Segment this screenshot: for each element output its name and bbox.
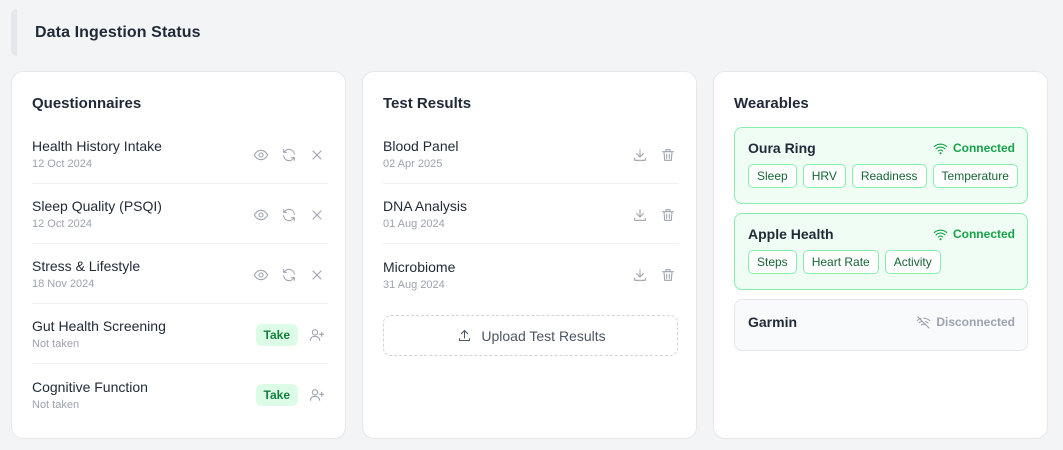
questionnaire-date: Not taken <box>32 398 80 411</box>
list-item: Health History Intake 12 Oct 2024 <box>32 124 328 184</box>
eye-icon[interactable] <box>252 146 270 164</box>
data-tag: Activity <box>884 250 941 274</box>
wearable-card-oura[interactable]: Oura Ring Connected Sleep HRV Readiness … <box>734 127 1028 204</box>
page-header: Data Ingestion Status <box>11 9 1051 56</box>
data-tag: Temperature <box>932 164 1018 188</box>
close-icon[interactable] <box>308 206 326 224</box>
close-icon[interactable] <box>308 146 326 164</box>
list-item: DNA Analysis 01 Aug 2024 <box>383 184 679 244</box>
test-date: 31 Aug 2024 <box>383 278 445 291</box>
wearable-card-garmin[interactable]: Garmin Disconnected <box>734 299 1028 351</box>
wearables-card: Wearables Oura Ring Connected Sleep HRV … <box>713 71 1048 439</box>
upload-label: Upload Test Results <box>481 327 606 344</box>
data-tag: Steps <box>748 250 797 274</box>
questionnaire-name: Sleep Quality (PSQI) <box>32 198 162 214</box>
page-title: Data Ingestion Status <box>35 23 201 41</box>
data-tag: HRV <box>802 164 846 188</box>
download-icon[interactable] <box>631 266 649 284</box>
wearable-name: Apple Health <box>748 226 834 242</box>
refresh-icon[interactable] <box>280 146 298 164</box>
test-results-card: Test Results Blood Panel 02 Apr 2025 DNA… <box>362 71 697 439</box>
data-tag: Heart Rate <box>802 250 879 274</box>
status-badge: Disconnected <box>916 315 1015 330</box>
wifi-icon <box>933 143 948 154</box>
take-button[interactable]: Take <box>255 384 298 406</box>
list-item: Gut Health Screening Not taken Take <box>32 304 328 364</box>
test-name: DNA Analysis <box>383 198 468 214</box>
tag-list: Steps Heart Rate Activity <box>748 250 1015 274</box>
refresh-icon[interactable] <box>280 206 298 224</box>
upload-test-results-button[interactable]: Upload Test Results <box>383 315 678 356</box>
eye-icon[interactable] <box>252 266 270 284</box>
questionnaire-name: Gut Health Screening <box>32 318 166 334</box>
data-tag: Readiness <box>851 164 927 188</box>
take-button[interactable]: Take <box>255 323 298 346</box>
test-results-list: Blood Panel 02 Apr 2025 DNA Analysis 01 … <box>383 124 679 304</box>
trash-icon[interactable] <box>659 266 677 284</box>
status-text: Connected <box>952 227 1015 241</box>
wearable-name: Oura Ring <box>748 140 816 156</box>
questionnaire-date: 12 Oct 2024 <box>32 158 92 170</box>
data-tag: Sleep <box>748 164 797 188</box>
status-badge: Connected <box>933 227 1015 242</box>
questionnaire-name: Stress & Lifestyle <box>32 258 141 274</box>
close-icon[interactable] <box>308 266 326 284</box>
trash-icon[interactable] <box>659 146 677 164</box>
wearables-title: Wearables <box>734 95 809 112</box>
wearable-card-apple-health[interactable]: Apple Health Connected Steps Heart Rate … <box>734 213 1028 290</box>
user-plus-icon[interactable] <box>308 386 326 404</box>
test-date: 02 Apr 2025 <box>383 158 443 170</box>
questionnaire-name: Cognitive Function <box>32 378 148 395</box>
questionnaire-date: 18 Nov 2024 <box>32 278 95 290</box>
test-name: Microbiome <box>383 258 456 275</box>
trash-icon[interactable] <box>659 206 677 224</box>
questionnaires-title: Questionnaires <box>32 95 142 112</box>
questionnaires-card: Questionnaires Health History Intake 12 … <box>11 71 346 439</box>
questionnaires-list: Health History Intake 12 Oct 2024 Sleep … <box>32 124 328 424</box>
status-text: Connected <box>952 141 1015 155</box>
wearables-list: Oura Ring Connected Sleep HRV Readiness … <box>734 127 1028 360</box>
wifi-off-icon <box>917 315 931 329</box>
download-icon[interactable] <box>631 206 649 224</box>
eye-icon[interactable] <box>252 206 270 224</box>
download-icon[interactable] <box>631 146 649 164</box>
questionnaire-name: Health History Intake <box>32 138 162 154</box>
test-results-title: Test Results <box>383 95 472 112</box>
test-date: 01 Aug 2024 <box>383 218 445 230</box>
upload-icon <box>455 327 473 345</box>
questionnaire-date: Not taken <box>32 338 80 350</box>
list-item: Sleep Quality (PSQI) 12 Oct 2024 <box>32 184 328 244</box>
status-badge: Connected <box>933 141 1015 156</box>
tag-list: Sleep HRV Readiness Temperature <box>748 164 1018 188</box>
wifi-icon <box>933 229 948 240</box>
test-name: Blood Panel <box>383 138 459 154</box>
user-plus-icon[interactable] <box>308 326 326 344</box>
list-item: Stress & Lifestyle 18 Nov 2024 <box>32 244 328 304</box>
questionnaire-date: 12 Oct 2024 <box>32 218 92 230</box>
list-item: Blood Panel 02 Apr 2025 <box>383 124 679 184</box>
refresh-icon[interactable] <box>280 266 298 284</box>
status-text: Disconnected <box>936 315 1015 329</box>
list-item: Cognitive Function Not taken Take <box>32 364 328 424</box>
list-item: Microbiome 31 Aug 2024 <box>383 244 679 304</box>
wearable-name: Garmin <box>748 314 798 330</box>
